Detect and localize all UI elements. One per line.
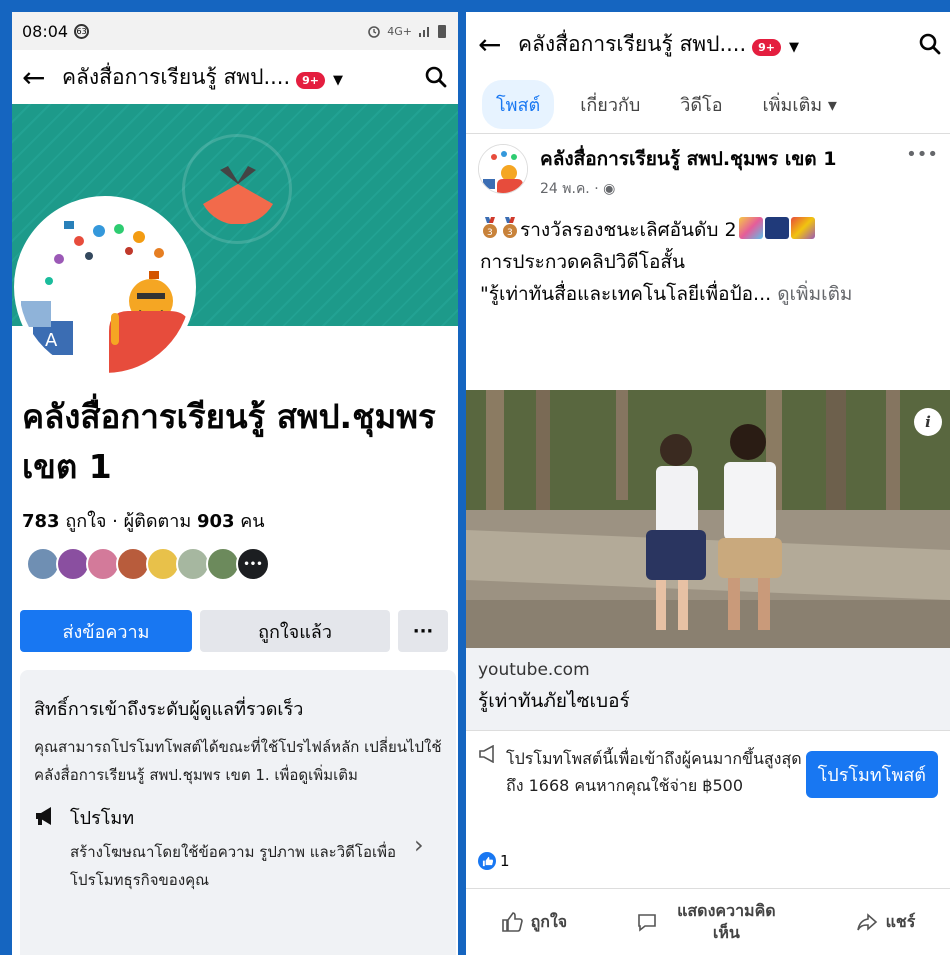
friend-avatar[interactable] xyxy=(26,547,60,581)
post-header: คลังสื่อการเรียนรู้ สพป.ชุมพร เขต 1 24 พ… xyxy=(466,134,950,200)
page-header: ← คลังสื่อการเรียนรู้ สพป.... 9+ ▼ xyxy=(466,12,950,76)
post-author-name[interactable]: คลังสื่อการเรียนรู้ สพป.ชุมพร เขต 1 xyxy=(540,144,860,174)
link-title: รู้เท่าทันภัยไซเบอร์ xyxy=(478,690,630,712)
bronze-medal-icon: 3 xyxy=(503,217,517,238)
liked-button[interactable]: ถูกใจแล้ว xyxy=(200,610,390,652)
post-video-thumbnail[interactable]: i xyxy=(466,390,950,648)
notification-count-icon: 63 xyxy=(74,23,90,39)
cover-fan-graphic xyxy=(203,166,273,224)
confetti-ball-icon xyxy=(790,217,815,239)
more-friends-icon[interactable]: ••• xyxy=(236,547,270,581)
post-options-icon[interactable]: ••• xyxy=(906,144,938,200)
friend-avatars[interactable]: ••• xyxy=(26,547,270,581)
link-preview[interactable]: youtube.com รู้เท่าทันภัยไซเบอร์ xyxy=(466,648,950,730)
learning-mascot-icon: A xyxy=(19,201,191,373)
status-bar: 08:04 63 4G+ xyxy=(12,12,458,50)
admin-access-card: สิทธิ์การเข้าถึงระดับผู้ดูแลที่รวดเร็ว ค… xyxy=(20,670,456,955)
friend-avatar[interactable] xyxy=(206,547,240,581)
admin-card-title: สิทธิ์การเข้าถึงระดับผู้ดูแลที่รวดเร็ว xyxy=(34,699,304,720)
search-icon[interactable] xyxy=(906,32,942,56)
page-action-buttons: ส่งข้อความ ถูกใจแล้ว ··· xyxy=(20,610,456,652)
like-button[interactable]: ถูกใจ xyxy=(501,911,567,933)
friend-avatar[interactable] xyxy=(86,547,120,581)
comment-icon xyxy=(638,914,657,932)
header-title: คลังสื่อการเรียนรู้ สพป.... 9+ ▼ xyxy=(518,31,800,56)
post-body: 3 3 รางวัลรองชนะเลิศอันดับ 2 การประกวดคลิป… xyxy=(466,200,950,310)
svg-text:3: 3 xyxy=(507,228,513,238)
comment-button[interactable]: แสดงความคิดเห็น xyxy=(636,900,786,944)
tab-about[interactable]: เกี่ยวกับ xyxy=(566,80,654,129)
dropdown-caret-icon[interactable]: ▼ xyxy=(789,40,799,55)
notification-badge[interactable]: 9+ xyxy=(752,38,782,56)
post-line-contest: การประกวดคลิปวิดีโอสั้น xyxy=(480,251,685,273)
more-options-button[interactable]: ··· xyxy=(398,610,448,652)
students-forest-photo xyxy=(466,390,950,648)
promote-post-button[interactable]: โปรโมทโพสต์ xyxy=(805,751,938,798)
svg-text:A: A xyxy=(45,330,58,351)
page-title: คลังสื่อการเรียนรู้ สพป.ชุมพร เขต 1 xyxy=(22,397,436,486)
friend-avatar[interactable] xyxy=(146,547,180,581)
promote-post-text: โปรโมทโพสต์นี้เพื่อเข้าถึงผู้คนมากขึ้นสู… xyxy=(506,749,802,795)
post-author-avatar[interactable] xyxy=(478,144,528,194)
send-message-button[interactable]: ส่งข้อความ xyxy=(20,610,192,652)
right-screenshot: ← คลังสื่อการเรียนรู้ สพป.... 9+ ▼ โพสต์ เ… xyxy=(466,12,950,955)
signal-icon xyxy=(419,27,429,37)
promote-row[interactable]: โปรโมท สร้างโฆษณาโดยใช้ข้อความ รูปภาพ แล… xyxy=(34,803,444,894)
promote-title: โปรโมท xyxy=(70,808,135,829)
back-arrow-icon[interactable]: ← xyxy=(478,28,518,61)
chevron-right-icon[interactable]: › xyxy=(414,803,444,894)
reaction-summary[interactable]: 1 xyxy=(478,852,510,870)
page-tabs: โพสต์ เกี่ยวกับ วิดีโอ เพิ่มเติม ▾ xyxy=(466,76,950,134)
post-line-title: "รู้เท่าทันสื่อและเทคโนโลยีเพื่อป้อ... xyxy=(480,283,778,305)
notification-badge[interactable]: 9+ xyxy=(296,71,326,89)
friend-avatar[interactable] xyxy=(116,547,150,581)
bronze-medal-icon: 3 xyxy=(483,217,497,238)
dropdown-caret-icon[interactable]: ▼ xyxy=(333,73,343,88)
clock: 08:04 xyxy=(22,21,69,41)
alarm-icon xyxy=(368,26,381,38)
party-popper-icon xyxy=(738,217,763,239)
thumbs-up-icon xyxy=(501,912,523,932)
mascot-icon xyxy=(479,145,527,193)
profile-avatar[interactable]: A xyxy=(14,196,196,378)
share-icon xyxy=(856,913,877,931)
megaphone-outline-icon xyxy=(478,744,506,820)
promote-description: สร้างโฆษณาโดยใช้ข้อความ รูปภาพ และวิดีโอ… xyxy=(70,843,396,889)
left-screenshot: 08:04 63 4G+ ← คลังสื่อการเรียนรู้ สพป..… xyxy=(12,12,458,955)
page-stats: 783 ถูกใจ · ผู้ติดตาม 903 คน xyxy=(22,511,265,532)
svg-text:3: 3 xyxy=(487,228,493,238)
friend-avatar[interactable] xyxy=(56,547,90,581)
like-reaction-icon xyxy=(478,852,496,870)
info-icon[interactable]: i xyxy=(914,408,942,436)
share-button[interactable]: แชร์ xyxy=(856,911,915,933)
post-action-bar: ถูกใจ แสดงความคิดเห็น แชร์ xyxy=(466,888,950,955)
friend-avatar[interactable] xyxy=(176,547,210,581)
page-header: ← คลังสื่อการเรียนรู้ สพป.... 9+ ▼ xyxy=(12,50,458,104)
admin-card-description[interactable]: คุณสามารถโปรโมทโพสต์ได้ขณะที่ใช้โปรไฟล์ห… xyxy=(34,733,444,789)
fireworks-icon xyxy=(764,217,789,239)
promote-post-banner: โปรโมทโพสต์นี้เพื่อเข้าถึงผู้คนมากขึ้นสู… xyxy=(466,730,950,834)
post-date[interactable]: 24 พ.ค. · ◉ xyxy=(540,178,906,200)
reaction-count: 1 xyxy=(500,852,510,870)
header-title: คลังสื่อการเรียนรู้ สพป.... 9+ ▼ xyxy=(62,64,344,89)
tab-videos[interactable]: วิดีโอ xyxy=(666,80,736,129)
tab-posts[interactable]: โพสต์ xyxy=(482,80,555,129)
search-icon[interactable] xyxy=(412,65,448,89)
megaphone-icon xyxy=(34,803,70,894)
system-icons: 4G+ xyxy=(367,24,446,38)
network-type: 4G+ xyxy=(387,24,412,38)
battery-icon xyxy=(438,24,446,38)
see-more-link[interactable]: ดูเพิ่มเติม xyxy=(777,283,852,305)
tab-more[interactable]: เพิ่มเติม ▾ xyxy=(749,80,851,129)
back-arrow-icon[interactable]: ← xyxy=(22,61,62,94)
post-line-award: รางวัลรองชนะเลิศอันดับ 2 xyxy=(520,219,737,241)
link-domain: youtube.com xyxy=(478,660,590,680)
globe-icon: ◉ xyxy=(603,181,616,197)
